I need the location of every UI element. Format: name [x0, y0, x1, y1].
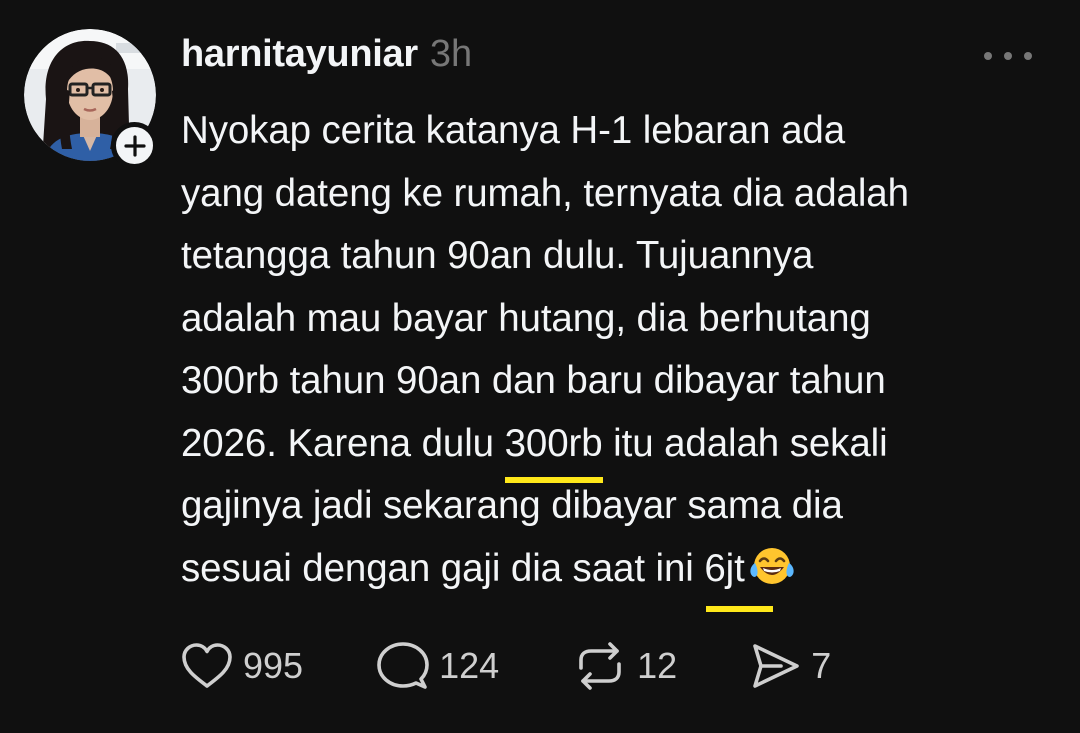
post-line: gajinya jadi sekarang dibayar sama dia [181, 484, 843, 527]
speech-bubble-icon [377, 642, 429, 689]
post-text: 2026. Karena dulu [181, 421, 505, 465]
like-button[interactable]: 995 [181, 643, 303, 689]
thread-post: harnitayuniar 3h Nyokap cerita katanya H… [0, 0, 1080, 733]
highlighted-amount: 6jt [704, 538, 773, 612]
share-count: 7 [811, 645, 832, 686]
repost-count: 12 [637, 645, 678, 686]
post-header: harnitayuniar 3h [181, 33, 472, 81]
post-line: tetangga tahun 90an dulu. Tujuannya [181, 234, 814, 277]
yellow-underline [706, 606, 773, 612]
post-body: Nyokap cerita katanya H-1 lebaran ada ya… [181, 100, 1051, 612]
post-line: sesuai dengan gaji dia saat ini 6jt [181, 538, 1051, 612]
post-line: 2026. Karena dulu 300rb itu adalah sekal… [181, 413, 1051, 483]
laughing-tears-emoji-icon [750, 547, 794, 584]
post-text: sesuai dengan gaji dia saat ini [181, 546, 705, 590]
post-line: 300rb tahun 90an dan baru dibayar tahun [181, 359, 886, 402]
post-line: yang dateng ke rumah, ternyata dia adala… [181, 171, 909, 215]
share-button[interactable]: 7 [751, 642, 831, 690]
reply-count: 124 [439, 645, 500, 686]
post-actions: 995 124 12 7 [181, 640, 831, 692]
follow-button[interactable] [111, 122, 158, 169]
author-avatar-container[interactable] [24, 29, 158, 169]
repost-icon [579, 642, 621, 690]
highlight-text: 300rb [504, 421, 603, 465]
highlight-text: 6jt [704, 546, 745, 590]
more-options-button[interactable] [984, 40, 1032, 72]
repost-button[interactable]: 12 [573, 642, 677, 690]
reply-button[interactable]: 124 [377, 641, 499, 691]
send-icon [753, 644, 800, 688]
post-text: itu adalah sekali [602, 421, 888, 465]
highlighted-amount: 300rb [504, 413, 603, 483]
like-count: 995 [243, 645, 304, 686]
more-dots-icon [984, 52, 992, 60]
heart-icon [182, 643, 232, 688]
post-line: Nyokap cerita katanya H-1 lebaran ada [181, 109, 846, 152]
post-time: 3h [429, 33, 473, 75]
more-dot [1004, 52, 1012, 60]
plus-icon [123, 134, 146, 157]
more-dot [1024, 52, 1032, 60]
post-line: adalah mau bayar hutang, dia berhutang [181, 296, 871, 340]
yellow-underline [504, 477, 603, 483]
username[interactable]: harnitayuniar [181, 33, 418, 76]
